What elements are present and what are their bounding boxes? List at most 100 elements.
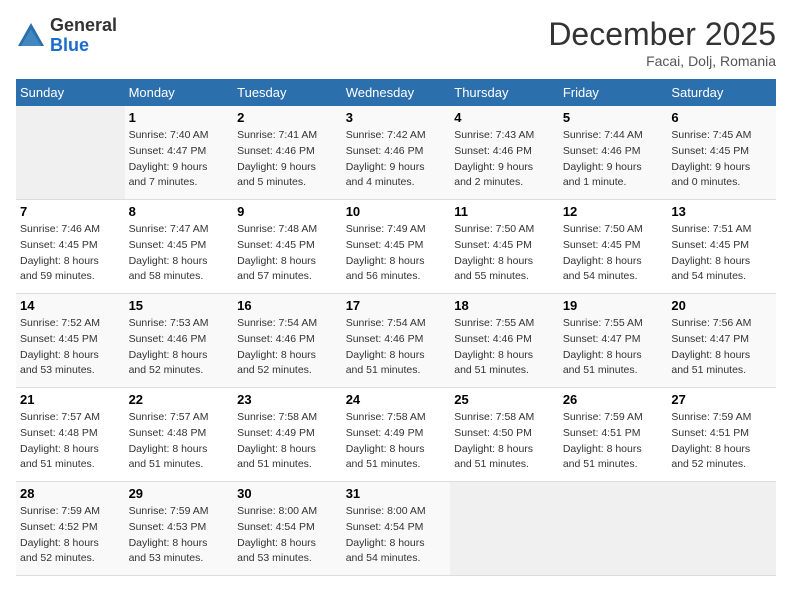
day-info: Sunrise: 7:43 AMSunset: 4:46 PMDaylight:… [454,128,555,191]
day-info: Sunrise: 7:54 AMSunset: 4:46 PMDaylight:… [237,316,338,379]
calendar-cell: 18 Sunrise: 7:55 AMSunset: 4:46 PMDayligh… [450,294,559,388]
day-number: 1 [129,110,230,125]
day-number: 23 [237,392,338,407]
calendar-cell: 12 Sunrise: 7:50 AMSunset: 4:45 PMDayligh… [559,200,668,294]
day-number: 26 [563,392,664,407]
calendar-cell [16,106,125,200]
calendar-cell [559,482,668,576]
day-number: 28 [20,486,121,501]
day-info: Sunrise: 7:42 AMSunset: 4:46 PMDaylight:… [346,128,447,191]
calendar-cell: 10 Sunrise: 7:49 AMSunset: 4:45 PMDayligh… [342,200,451,294]
day-info: Sunrise: 7:59 AMSunset: 4:51 PMDaylight:… [671,410,772,473]
day-number: 14 [20,298,121,313]
calendar-cell: 29Sunrise: 7:59 AMSunset: 4:53 PMDayligh… [125,482,234,576]
day-number: 12 [563,204,664,219]
day-info: Sunrise: 8:00 AMSunset: 4:54 PMDaylight:… [346,504,447,567]
calendar-cell: 26Sunrise: 7:59 AMSunset: 4:51 PMDayligh… [559,388,668,482]
day-info: Sunrise: 7:48 AMSunset: 4:45 PMDaylight:… [237,222,338,285]
day-info: Sunrise: 7:57 AMSunset: 4:48 PMDaylight:… [129,410,230,473]
week-row-5: 28 Sunrise: 7:59 AMSunset: 4:52 PMDayligh… [16,482,776,576]
day-info: Sunrise: 7:53 AMSunset: 4:46 PMDaylight:… [129,316,230,379]
calendar-cell: 16 Sunrise: 7:54 AMSunset: 4:46 PMDayligh… [233,294,342,388]
day-number: 3 [346,110,447,125]
day-number: 20 [671,298,772,313]
calendar-cell: 9 Sunrise: 7:48 AMSunset: 4:45 PMDaylight… [233,200,342,294]
weekday-header-sunday: Sunday [16,79,125,106]
day-number: 27 [671,392,772,407]
day-number: 9 [237,204,338,219]
day-number: 21 [20,392,121,407]
calendar-cell: 6 Sunrise: 7:45 AMSunset: 4:45 PMDaylight… [667,106,776,200]
calendar-cell: 7Sunrise: 7:46 AMSunset: 4:45 PMDaylight… [16,200,125,294]
day-info: Sunrise: 7:50 AMSunset: 4:45 PMDaylight:… [454,222,555,285]
calendar-cell: 13 Sunrise: 7:51 AMSunset: 4:45 PMDayligh… [667,200,776,294]
week-row-3: 14 Sunrise: 7:52 AMSunset: 4:45 PMDayligh… [16,294,776,388]
day-info: Sunrise: 7:51 AMSunset: 4:45 PMDaylight:… [671,222,772,285]
calendar-cell: 14 Sunrise: 7:52 AMSunset: 4:45 PMDayligh… [16,294,125,388]
title-block: December 2025 Facai, Dolj, Romania [548,16,776,69]
week-row-4: 21 Sunrise: 7:57 AMSunset: 4:48 PMDayligh… [16,388,776,482]
day-number: 16 [237,298,338,313]
month-title: December 2025 [548,16,776,53]
day-number: 17 [346,298,447,313]
day-number: 2 [237,110,338,125]
calendar-cell: 24 Sunrise: 7:58 AMSunset: 4:49 PMDayligh… [342,388,451,482]
day-number: 31 [346,486,447,501]
weekday-header-row: SundayMondayTuesdayWednesdayThursdayFrid… [16,79,776,106]
day-info: Sunrise: 7:49 AMSunset: 4:45 PMDaylight:… [346,222,447,285]
calendar-cell: 11Sunrise: 7:50 AMSunset: 4:45 PMDayligh… [450,200,559,294]
day-info: Sunrise: 7:54 AMSunset: 4:46 PMDaylight:… [346,316,447,379]
week-row-1: 1 Sunrise: 7:40 AMSunset: 4:47 PMDaylight… [16,106,776,200]
calendar-cell: 27 Sunrise: 7:59 AMSunset: 4:51 PMDayligh… [667,388,776,482]
day-info: Sunrise: 7:58 AMSunset: 4:49 PMDaylight:… [346,410,447,473]
day-number: 10 [346,204,447,219]
weekday-header-tuesday: Tuesday [233,79,342,106]
day-number: 30 [237,486,338,501]
day-number: 13 [671,204,772,219]
day-number: 6 [671,110,772,125]
day-number: 22 [129,392,230,407]
day-info: Sunrise: 7:52 AMSunset: 4:45 PMDaylight:… [20,316,121,379]
weekday-header-saturday: Saturday [667,79,776,106]
calendar-cell: 21Sunrise: 7:57 AMSunset: 4:48 PMDayligh… [16,388,125,482]
calendar-cell: 5Sunrise: 7:44 AMSunset: 4:46 PMDaylight… [559,106,668,200]
calendar-cell: 4Sunrise: 7:43 AMSunset: 4:46 PMDaylight… [450,106,559,200]
page-header: General Blue December 2025 Facai, Dolj, … [16,16,776,69]
logo: General Blue [16,16,117,56]
weekday-header-monday: Monday [125,79,234,106]
day-info: Sunrise: 7:58 AMSunset: 4:49 PMDaylight:… [237,410,338,473]
weekday-header-friday: Friday [559,79,668,106]
day-number: 8 [129,204,230,219]
day-number: 24 [346,392,447,407]
day-info: Sunrise: 7:59 AMSunset: 4:52 PMDaylight:… [20,504,121,567]
day-info: Sunrise: 7:50 AMSunset: 4:45 PMDaylight:… [563,222,664,285]
calendar-cell: 19 Sunrise: 7:55 AMSunset: 4:47 PMDayligh… [559,294,668,388]
calendar-cell: 20 Sunrise: 7:56 AMSunset: 4:47 PMDayligh… [667,294,776,388]
calendar-cell: 28 Sunrise: 7:59 AMSunset: 4:52 PMDayligh… [16,482,125,576]
calendar-cell [667,482,776,576]
logo-icon [16,21,46,51]
day-number: 29 [129,486,230,501]
day-info: Sunrise: 7:55 AMSunset: 4:47 PMDaylight:… [563,316,664,379]
day-info: Sunrise: 7:55 AMSunset: 4:46 PMDaylight:… [454,316,555,379]
day-info: Sunrise: 7:45 AMSunset: 4:45 PMDaylight:… [671,128,772,191]
day-number: 18 [454,298,555,313]
calendar-cell: 25 Sunrise: 7:58 AMSunset: 4:50 PMDayligh… [450,388,559,482]
week-row-2: 7Sunrise: 7:46 AMSunset: 4:45 PMDaylight… [16,200,776,294]
day-number: 15 [129,298,230,313]
day-info: Sunrise: 7:46 AMSunset: 4:45 PMDaylight:… [20,222,121,285]
day-number: 25 [454,392,555,407]
weekday-header-thursday: Thursday [450,79,559,106]
calendar-cell [450,482,559,576]
calendar-cell: 1 Sunrise: 7:40 AMSunset: 4:47 PMDaylight… [125,106,234,200]
day-number: 19 [563,298,664,313]
calendar-cell: 17 Sunrise: 7:54 AMSunset: 4:46 PMDayligh… [342,294,451,388]
day-info: Sunrise: 7:58 AMSunset: 4:50 PMDaylight:… [454,410,555,473]
day-number: 5 [563,110,664,125]
calendar-table: SundayMondayTuesdayWednesdayThursdayFrid… [16,79,776,576]
location: Facai, Dolj, Romania [548,53,776,69]
calendar-cell: 22 Sunrise: 7:57 AMSunset: 4:48 PMDayligh… [125,388,234,482]
day-info: Sunrise: 7:40 AMSunset: 4:47 PMDaylight:… [129,128,230,191]
calendar-cell: 8Sunrise: 7:47 AMSunset: 4:45 PMDaylight… [125,200,234,294]
day-info: Sunrise: 7:56 AMSunset: 4:47 PMDaylight:… [671,316,772,379]
